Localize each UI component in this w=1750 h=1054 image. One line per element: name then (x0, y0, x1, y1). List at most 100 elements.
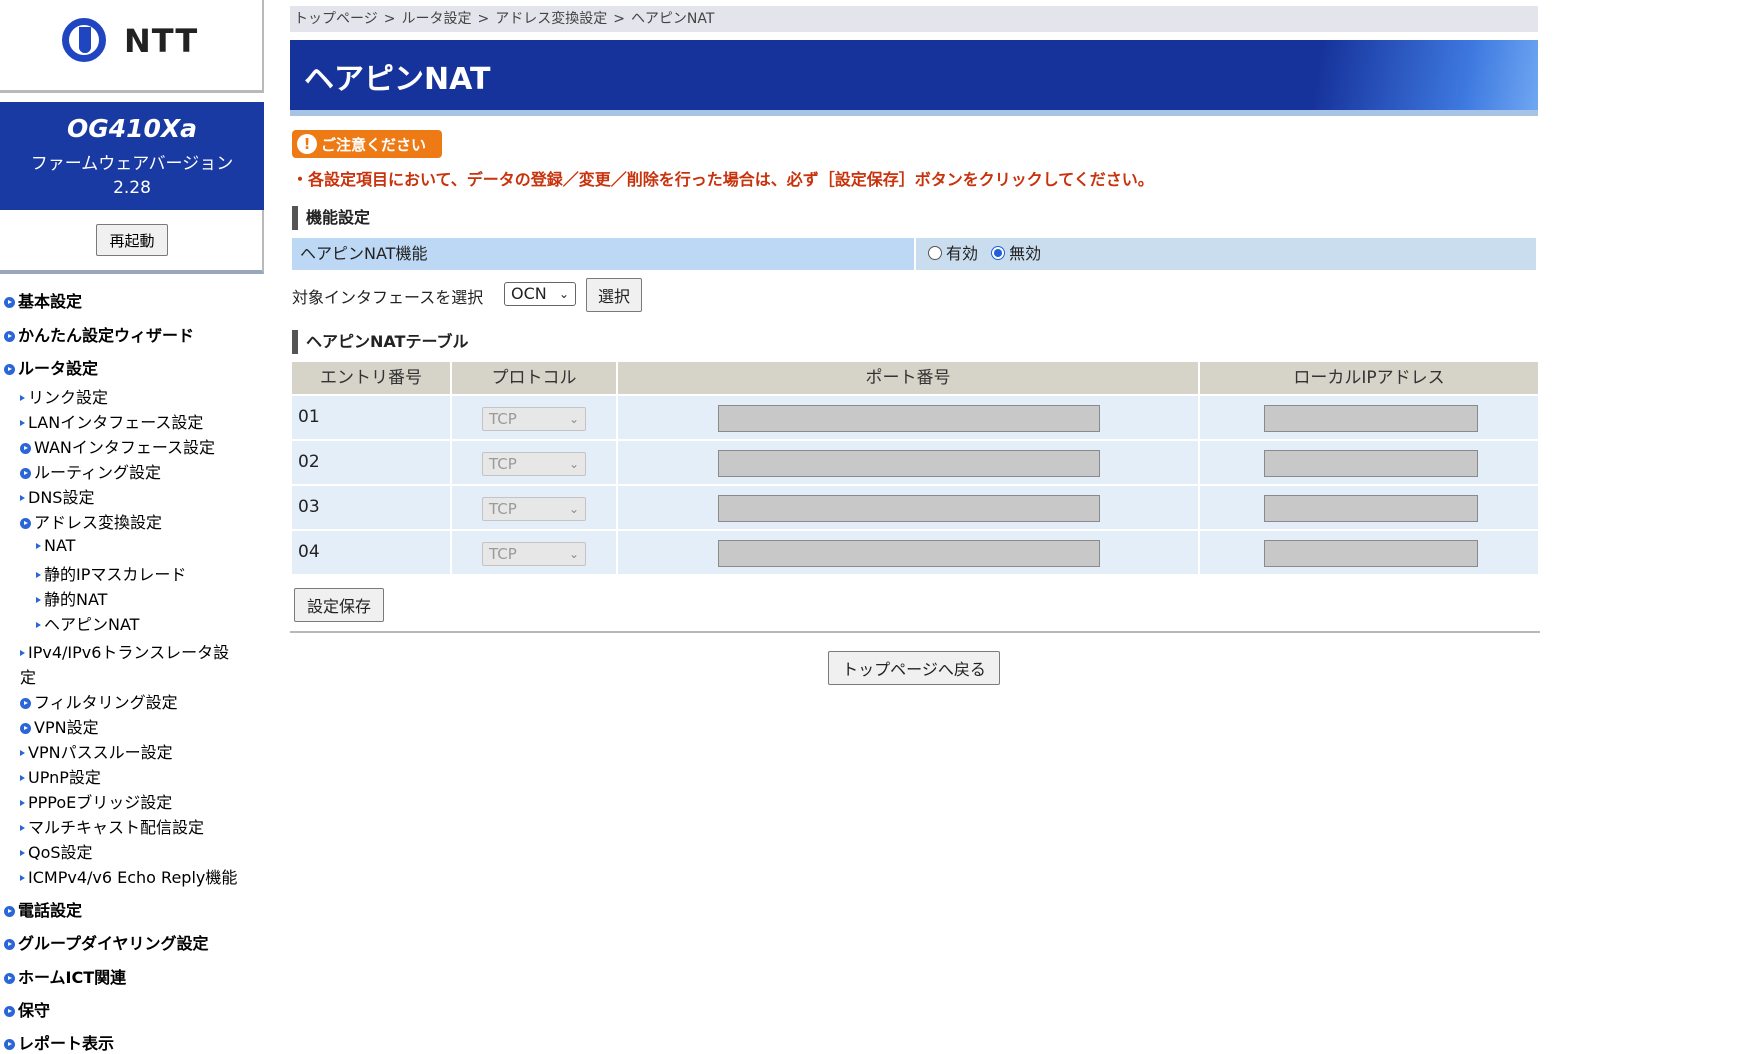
triangle-icon (20, 800, 25, 806)
nav-pppoe-bridge[interactable]: PPPoEブリッジ設定 (20, 789, 172, 813)
circle-arrow-icon (20, 518, 31, 529)
breadcrumb-item-top[interactable]: トップページ (294, 11, 378, 27)
local-ip-input[interactable] (1264, 450, 1478, 477)
port-cell (618, 441, 1198, 484)
circle-arrow-icon (20, 723, 31, 734)
radio-disable-circle[interactable] (991, 246, 1006, 260)
nav-static-ip-masquerade[interactable]: 静的IPマスカレード (36, 561, 186, 585)
nav-wan-interface[interactable]: WANインタフェース設定 (20, 434, 215, 458)
port-input[interactable] (718, 450, 1100, 477)
circle-arrow-icon (4, 939, 15, 950)
device-info: OG410Xa ファームウェアバージョン 2.28 (0, 102, 264, 210)
exclamation-icon: ! (297, 134, 317, 154)
radio-disable[interactable]: 無効 (991, 244, 1041, 263)
table-row: 03 TCP ⌄ (292, 486, 1538, 530)
nav-phone-settings[interactable]: 電話設定 (4, 897, 82, 921)
chevron-down-icon: ⌄ (558, 287, 569, 301)
header-entry-number: エントリ番号 (292, 362, 450, 394)
firmware-version: 2.28 (113, 178, 151, 198)
nav-ipv4-ipv6-translator[interactable]: IPv4/IPv6トランスレータ設 (20, 639, 229, 663)
nav-link-settings[interactable]: リンク設定 (20, 384, 108, 408)
divider (290, 631, 1540, 633)
chevron-down-icon: ⌄ (568, 547, 579, 561)
sidebar: NTT OG410Xa ファームウェアバージョン 2.28 再起動 基本設定 か… (0, 0, 264, 1053)
protocol-select[interactable]: TCP ⌄ (482, 407, 586, 431)
protocol-cell: TCP ⌄ (452, 531, 616, 574)
back-to-top-button[interactable]: トップページへ戻る (828, 651, 1000, 685)
radio-enable[interactable]: 有効 (928, 244, 978, 263)
page-title: ヘアピンNAT (304, 62, 491, 97)
chevron-down-icon: ⌄ (568, 502, 579, 516)
protocol-select[interactable]: TCP ⌄ (482, 497, 586, 521)
nav-hairpin-nat[interactable]: ヘアピンNAT (36, 611, 139, 635)
triangle-icon (20, 395, 25, 401)
triangle-icon (20, 825, 25, 831)
header-local-ip: ローカルIPアドレス (1200, 362, 1538, 394)
nav-lan-interface[interactable]: LANインタフェース設定 (20, 409, 203, 433)
logo-box: NTT (0, 0, 264, 93)
nav-basic-settings[interactable]: 基本設定 (4, 288, 82, 312)
triangle-icon (20, 775, 25, 781)
table-row: 04 TCP ⌄ (292, 531, 1538, 575)
nav-vpn-passthrough[interactable]: VPNパススルー設定 (20, 739, 173, 763)
circle-arrow-icon (4, 1006, 15, 1017)
nav-easy-setup-wizard[interactable]: かんたん設定ウィザード (4, 322, 194, 346)
table-row: 01 TCP ⌄ (292, 396, 1538, 440)
nav-home-ict[interactable]: ホームICT関連 (4, 964, 126, 988)
protocol-select[interactable]: TCP ⌄ (482, 542, 586, 566)
local-ip-input[interactable] (1264, 540, 1478, 567)
nav-ipv4-ipv6-translator-wrap[interactable]: 定 (20, 664, 36, 688)
port-input[interactable] (718, 495, 1100, 522)
nav-icmp-echo-reply[interactable]: ICMPv4/v6 Echo Reply機能 (20, 864, 237, 888)
nav-report[interactable]: レポート表示 (4, 1030, 114, 1054)
firmware-label: ファームウェアバージョン (30, 154, 234, 174)
select-button[interactable]: 選択 (586, 278, 642, 312)
nav-filtering[interactable]: フィルタリング設定 (20, 689, 178, 713)
section-title-table: ヘアピンNATテーブル (292, 330, 469, 354)
chevron-down-icon: ⌄ (568, 412, 579, 426)
circle-arrow-icon (20, 468, 31, 479)
header-protocol: プロトコル (452, 362, 616, 394)
breadcrumb-separator: > (383, 11, 396, 27)
chevron-down-icon: ⌄ (568, 457, 579, 471)
triangle-icon (20, 650, 25, 656)
nav-upnp[interactable]: UPnP設定 (20, 764, 101, 788)
protocol-cell: TCP ⌄ (452, 486, 616, 529)
triangle-icon (20, 875, 25, 881)
header-port-number: ポート番号 (618, 362, 1198, 394)
triangle-icon (36, 572, 41, 578)
nav-routing[interactable]: ルーティング設定 (20, 459, 161, 483)
device-model: OG410Xa (66, 114, 198, 143)
nav-dns[interactable]: DNS設定 (20, 484, 94, 508)
nav-vpn[interactable]: VPN設定 (20, 714, 99, 738)
breadcrumb-item-address-translation[interactable]: アドレス変換設定 (495, 11, 607, 27)
save-settings-button[interactable]: 設定保存 (294, 588, 384, 622)
caution-badge-label: ご注意ください (321, 135, 427, 154)
breadcrumb-item-router[interactable]: ルータ設定 (401, 11, 471, 27)
local-ip-input[interactable] (1264, 495, 1478, 522)
nav-static-nat[interactable]: 静的NAT (36, 586, 107, 610)
nav-router-settings[interactable]: ルータ設定 (4, 355, 98, 379)
circle-arrow-icon (4, 973, 15, 984)
entry-number: 03 (292, 486, 450, 529)
circle-arrow-icon (20, 443, 31, 454)
restart-button[interactable]: 再起動 (96, 224, 168, 256)
nav-address-translation[interactable]: アドレス変換設定 (20, 509, 162, 533)
nav-multicast[interactable]: マルチキャスト配信設定 (20, 814, 204, 838)
port-input[interactable] (718, 540, 1100, 567)
interface-select[interactable]: OCN ⌄ (504, 282, 576, 306)
nav-nat[interactable]: NAT (36, 536, 75, 555)
nav-group-dialing[interactable]: グループダイヤリング設定 (4, 930, 209, 954)
ntt-logo-icon (62, 18, 106, 62)
hairpin-nat-function-options: 有効 無効 (916, 238, 1536, 270)
protocol-select[interactable]: TCP ⌄ (482, 452, 586, 476)
restart-area: 再起動 (0, 210, 264, 274)
nav-maintenance[interactable]: 保守 (4, 997, 50, 1021)
radio-enable-circle[interactable] (928, 246, 942, 260)
port-input[interactable] (718, 405, 1100, 432)
nav-qos[interactable]: QoS設定 (20, 839, 93, 863)
circle-arrow-icon (20, 698, 31, 709)
breadcrumb-item-current: ヘアピンNAT (630, 11, 715, 27)
local-ip-input[interactable] (1264, 405, 1478, 432)
breadcrumb: トップページ > ルータ設定 > アドレス変換設定 > ヘアピンNAT (290, 6, 1538, 32)
